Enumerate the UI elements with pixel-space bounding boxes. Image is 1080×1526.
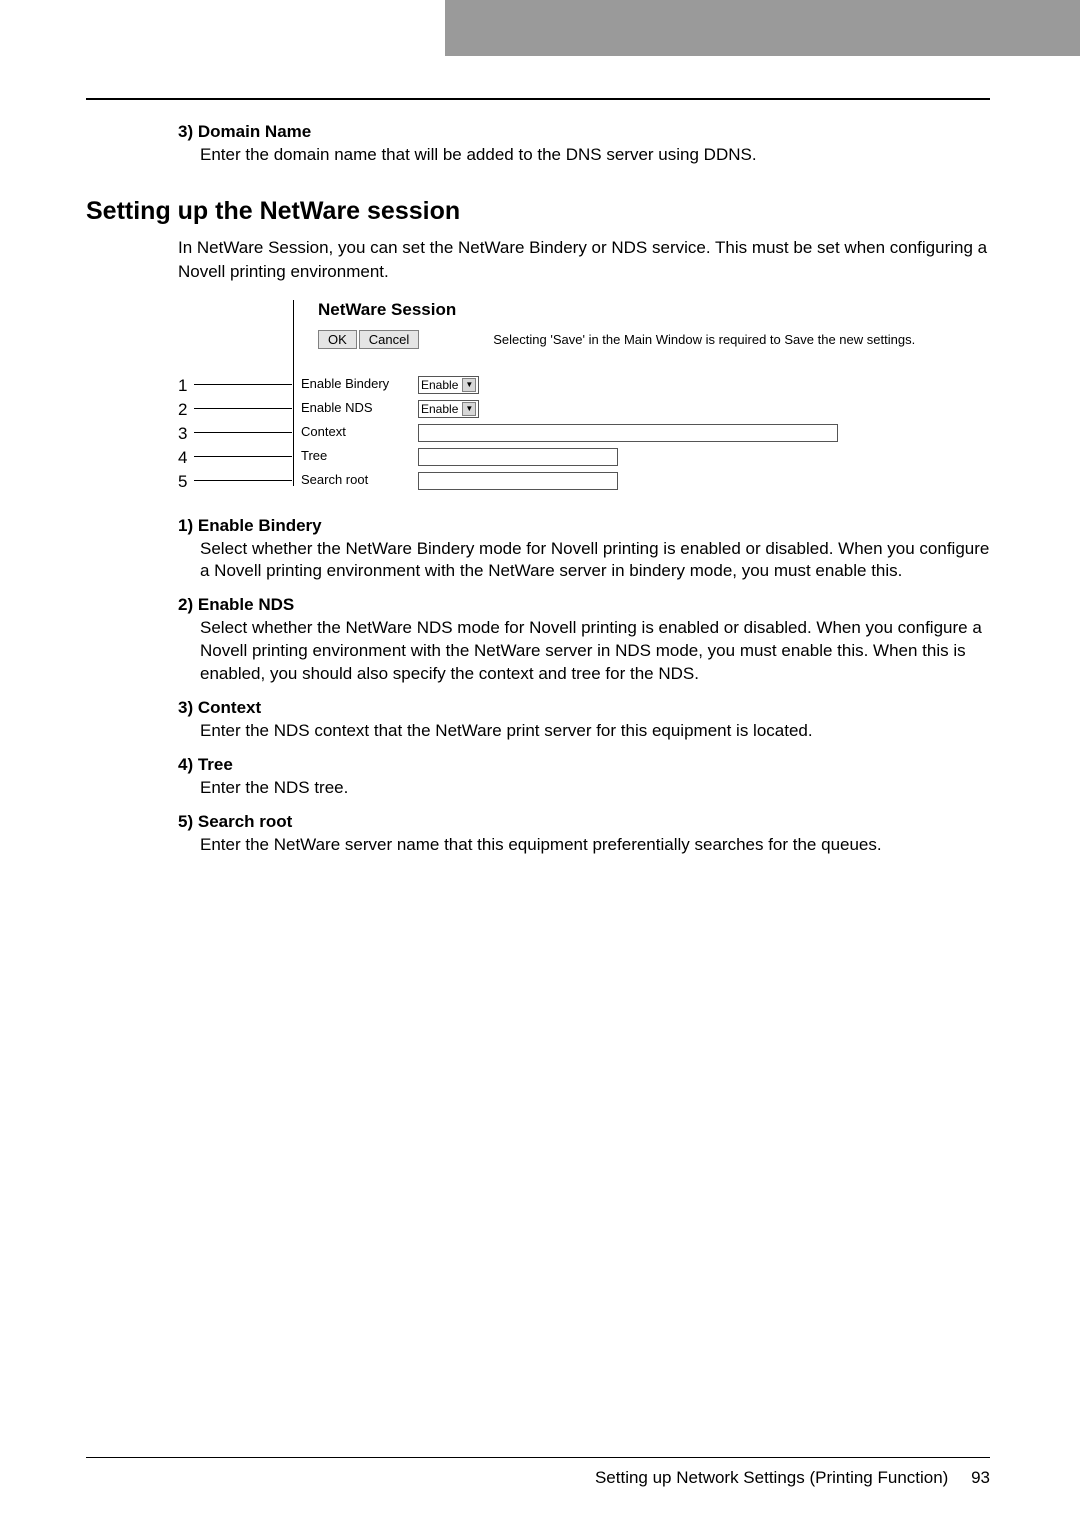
description-item: 3) Context Enter the NDS context that th… (178, 698, 990, 743)
section-intro: In NetWare Session, you can set the NetW… (86, 236, 990, 284)
ok-button[interactable]: OK (318, 330, 357, 349)
item-heading: 1) Enable Bindery (178, 516, 990, 536)
item-body: Enter the NDS tree. (178, 777, 990, 800)
item-title: Search root (198, 812, 292, 831)
section-heading: Setting up the NetWare session (86, 197, 990, 226)
item-number: 3) (178, 698, 193, 717)
description-item: 2) Enable NDS Select whether the NetWare… (178, 595, 990, 686)
callout-line (194, 432, 292, 433)
enable-bindery-select[interactable]: Enable ▼ (418, 376, 479, 394)
netware-session-screenshot: 1 2 3 4 5 NetWare Session OK Cancel Sele… (178, 300, 990, 490)
leadin-item: 3) Domain Name Enter the domain name tha… (86, 122, 990, 167)
item-title: Domain Name (198, 122, 311, 141)
callout-line (194, 456, 292, 457)
bottom-rule (86, 1457, 990, 1458)
row-label-tree: Tree (301, 448, 327, 463)
enable-nds-select[interactable]: Enable ▼ (418, 400, 479, 418)
item-title: Enable Bindery (198, 516, 322, 535)
callout-line (194, 408, 292, 409)
chevron-down-icon: ▼ (462, 402, 476, 416)
item-body: Select whether the NetWare NDS mode for … (178, 617, 990, 686)
callout-number: 1 (178, 374, 187, 398)
callout-number: 3 (178, 422, 187, 446)
save-note: Selecting 'Save' in the Main Window is r… (493, 332, 915, 347)
callout-number: 2 (178, 398, 187, 422)
item-body: Select whether the NetWare Bindery mode … (178, 538, 990, 584)
item-title: Enable NDS (198, 595, 294, 614)
item-body: Enter the domain name that will be added… (178, 144, 990, 167)
row-label-enable-nds: Enable NDS (301, 400, 373, 415)
chevron-down-icon: ▼ (462, 378, 476, 392)
item-body: Enter the NDS context that the NetWare p… (178, 720, 990, 743)
item-number: 5) (178, 812, 193, 831)
item-number: 1) (178, 516, 193, 535)
select-value: Enable (421, 378, 458, 392)
search-root-input[interactable] (418, 472, 618, 490)
row-label-enable-bindery: Enable Bindery (301, 376, 389, 391)
callout-number: 4 (178, 446, 187, 470)
callout-line (194, 384, 292, 385)
select-value: Enable (421, 402, 458, 416)
top-rule (86, 98, 990, 100)
header-banner-left (0, 0, 445, 56)
item-heading: 2) Enable NDS (178, 595, 990, 615)
description-list: 1) Enable Bindery Select whether the Net… (86, 516, 990, 858)
item-body: Enter the NetWare server name that this … (178, 834, 990, 857)
callout-number: 5 (178, 470, 187, 494)
footer-section-title: Setting up Network Settings (Printing Fu… (595, 1468, 948, 1487)
description-item: 1) Enable Bindery Select whether the Net… (178, 516, 990, 584)
item-heading: 3) Context (178, 698, 990, 718)
description-item: 5) Search root Enter the NetWare server … (178, 812, 990, 857)
row-label-context: Context (301, 424, 346, 439)
item-heading: 4) Tree (178, 755, 990, 775)
cancel-button[interactable]: Cancel (359, 330, 419, 349)
callout-vertical-rule (293, 300, 294, 486)
header-banner-right (445, 0, 1080, 56)
description-item: 4) Tree Enter the NDS tree. (178, 755, 990, 800)
page-number: 93 (971, 1468, 990, 1487)
item-heading: 5) Search root (178, 812, 990, 832)
page-footer: Setting up Network Settings (Printing Fu… (86, 1457, 990, 1488)
header-banner (0, 0, 1080, 56)
item-number: 3) (178, 122, 193, 141)
item-title: Tree (198, 755, 233, 774)
tree-input[interactable] (418, 448, 618, 466)
item-heading: 3) Domain Name (178, 122, 990, 142)
item-title: Context (198, 698, 261, 717)
panel-title: NetWare Session (318, 300, 978, 320)
item-number: 2) (178, 595, 193, 614)
callout-line (194, 480, 292, 481)
context-input[interactable] (418, 424, 838, 442)
row-label-search-root: Search root (301, 472, 368, 487)
callout-number-column: 1 2 3 4 5 (178, 374, 187, 494)
netware-panel: NetWare Session OK Cancel Selecting 'Sav… (318, 300, 978, 361)
item-number: 4) (178, 755, 193, 774)
